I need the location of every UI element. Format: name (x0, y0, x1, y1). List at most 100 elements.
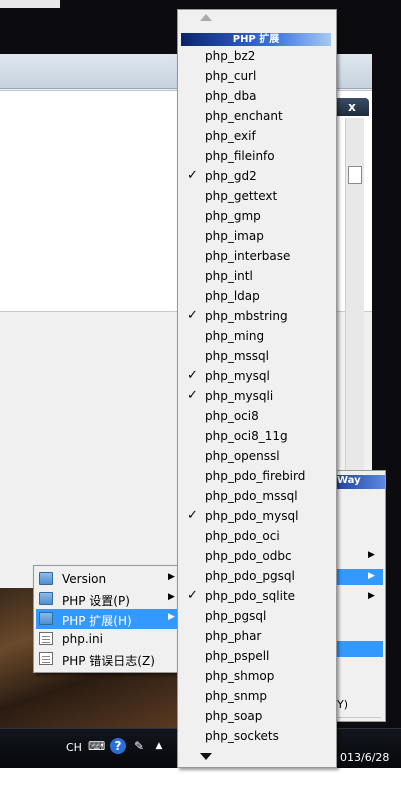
file-icon (39, 652, 53, 665)
menu-item-label: php_exif (205, 129, 256, 143)
menu-item-label: php_gettext (205, 189, 278, 203)
menu-item-php-sockets[interactable]: php_sockets (178, 726, 336, 746)
context-menu: Version ▶ PHP 设置(P) ▶ PHP 扩展(H) ▶ php.in… (33, 565, 181, 673)
menu-item-label: Version (62, 572, 107, 586)
menu-item-label: php_pspell (205, 649, 270, 663)
menu-item-label: php_bz2 (205, 49, 256, 63)
scrollbar-thumb[interactable] (348, 166, 362, 184)
scroll-up-arrow-icon[interactable] (200, 14, 212, 21)
background-titlebar-fragment (0, 0, 60, 8)
menu-item-php-intl[interactable]: php_intl (178, 266, 336, 286)
menu-item-php-dba[interactable]: php_dba (178, 86, 336, 106)
submenu-arrow-icon: ▶ (168, 592, 175, 602)
menu-item-php-pdo-pgsql[interactable]: php_pdo_pgsql (178, 566, 336, 586)
submenu-arrow-icon: ▶ (368, 591, 375, 601)
php-extensions-menu-header: PHP 扩展 (181, 33, 331, 46)
menu-item-php-snmp[interactable]: php_snmp (178, 686, 336, 706)
menu-item-php-bz2[interactable]: php_bz2 (178, 46, 336, 66)
help-icon[interactable]: ? (110, 738, 126, 754)
menu-item-php-pdo-firebird[interactable]: php_pdo_firebird (178, 466, 336, 486)
menu-item-php-gettext[interactable]: php_gettext (178, 186, 336, 206)
partial-submenu-highlight[interactable] (335, 569, 383, 585)
menu-item-label: php_shmop (205, 669, 275, 683)
menu-item-label: php_openssl (205, 449, 280, 463)
clock-date[interactable]: 013/6/28 (340, 751, 389, 764)
menu-item-php-pdo-mssql[interactable]: php_pdo_mssql (178, 486, 336, 506)
menu-item-php-mbstring[interactable]: ✓ php_mbstring (178, 306, 336, 326)
menu-item-label: php_mbstring (205, 309, 288, 323)
menu-item-php-ming[interactable]: php_ming (178, 326, 336, 346)
menu-item-label: php_intl (205, 269, 253, 283)
submenu-arrow-icon: ▶ (168, 612, 175, 622)
keyboard-icon[interactable]: ⌨ (88, 738, 105, 754)
window-close-button[interactable]: x (335, 98, 369, 116)
menu-item-php-soap[interactable]: php_soap (178, 706, 336, 726)
menu-item-label: php_curl (205, 69, 257, 83)
menu-item-php-mysql[interactable]: ✓ php_mysql (178, 366, 336, 386)
menu-item-label: php_dba (205, 89, 257, 103)
partial-submenu-item[interactable]: Y) (337, 698, 348, 711)
menu-item-php-pdo-mysql[interactable]: ✓ php_pdo_mysql (178, 506, 336, 526)
scroll-down-arrow-icon[interactable] (200, 753, 212, 760)
menu-item-label: PHP 扩展(H) (62, 614, 132, 628)
menu-item-php-mssql[interactable]: php_mssql (178, 346, 336, 366)
menu-item-php-gmp[interactable]: php_gmp (178, 206, 336, 226)
php-extensions-list: php_bz2 php_curl php_dba php_enchant php_exi… (178, 46, 336, 746)
menu-item-label: php.ini (62, 632, 103, 646)
pen-icon[interactable]: ✎ (131, 738, 147, 754)
tray-expand-icon[interactable]: ▲ (151, 738, 167, 754)
menu-item-php-interbase[interactable]: php_interbase (178, 246, 336, 266)
language-indicator[interactable]: CH (66, 741, 82, 754)
checkmark-icon: ✓ (187, 368, 198, 383)
menu-item-label: php_pdo_sqlite (205, 589, 296, 603)
menu-item-label: php_fileinfo (205, 149, 275, 163)
menu-item-php-phar[interactable]: php_phar (178, 626, 336, 646)
menu-item-php-oci8[interactable]: php_oci8 (178, 406, 336, 426)
menu-item-label: PHP 错误日志(Z) (62, 654, 155, 668)
menu-item-php-mysqli[interactable]: ✓ php_mysqli (178, 386, 336, 406)
menu-item-php-openssl[interactable]: php_openssl (178, 446, 336, 466)
menu-item-php-oci8-11g[interactable]: php_oci8_11g (178, 426, 336, 446)
menu-item-php-pdo-sqlite[interactable]: ✓ php_pdo_sqlite (178, 586, 336, 606)
menu-item-php-pdo-oci[interactable]: php_pdo_oci (178, 526, 336, 546)
menu-item-label: php_mssql (205, 349, 269, 363)
menu-item-label: php_mysql (205, 369, 270, 383)
menu-item-php-error-log[interactable]: PHP 错误日志(Z) (36, 649, 178, 669)
checkmark-icon: ✓ (187, 508, 198, 523)
menu-item-label: php_oci8 (205, 409, 259, 423)
menu-item-label: php_enchant (205, 109, 283, 123)
menu-item-php-settings[interactable]: PHP 设置(P) ▶ (36, 589, 178, 609)
menu-item-label: php_interbase (205, 249, 291, 263)
menu-item-label: php_pdo_firebird (205, 469, 306, 483)
menu-item-label: php_mysqli (205, 389, 274, 403)
file-icon (39, 632, 53, 645)
menu-item-php-enchant[interactable]: php_enchant (178, 106, 336, 126)
menu-item-php-extensions[interactable]: PHP 扩展(H) ▶ (36, 609, 178, 629)
submenu-arrow-icon: ▶ (368, 571, 375, 581)
menu-item-label: php_ldap (205, 289, 260, 303)
menu-item-php-pdo-odbc[interactable]: php_pdo_odbc (178, 546, 336, 566)
menu-item-label: php_imap (205, 229, 264, 243)
menu-item-php-curl[interactable]: php_curl (178, 66, 336, 86)
menu-item-php-imap[interactable]: php_imap (178, 226, 336, 246)
menu-item-php-shmop[interactable]: php_shmop (178, 666, 336, 686)
menu-item-label: php_gmp (205, 209, 261, 223)
menu-item-php-ldap[interactable]: php_ldap (178, 286, 336, 306)
menu-item-label: php_pdo_odbc (205, 549, 292, 563)
checkmark-icon: ✓ (187, 588, 198, 603)
partial-submenu: Way Y) (334, 470, 386, 722)
menu-item-label: php_pdo_mysql (205, 509, 299, 523)
menu-separator (337, 717, 381, 718)
menu-item-php-pgsql[interactable]: php_pgsql (178, 606, 336, 626)
menu-item-php-gd2[interactable]: ✓ php_gd2 (178, 166, 336, 186)
menu-item-php-pspell[interactable]: php_pspell (178, 646, 336, 666)
menu-item-php-ini[interactable]: php.ini (36, 629, 178, 649)
partial-submenu-highlight[interactable] (335, 641, 383, 657)
menu-item-version[interactable]: Version ▶ (36, 569, 178, 589)
menu-item-php-fileinfo[interactable]: php_fileinfo (178, 146, 336, 166)
menu-item-label: PHP 设置(P) (62, 594, 130, 608)
menu-item-label: php_snmp (205, 689, 268, 703)
menu-item-php-exif[interactable]: php_exif (178, 126, 336, 146)
menu-item-label: php_pdo_mssql (205, 489, 298, 503)
php-extensions-menu: PHP 扩展 php_bz2 php_curl php_dba php_enchant… (177, 9, 337, 768)
